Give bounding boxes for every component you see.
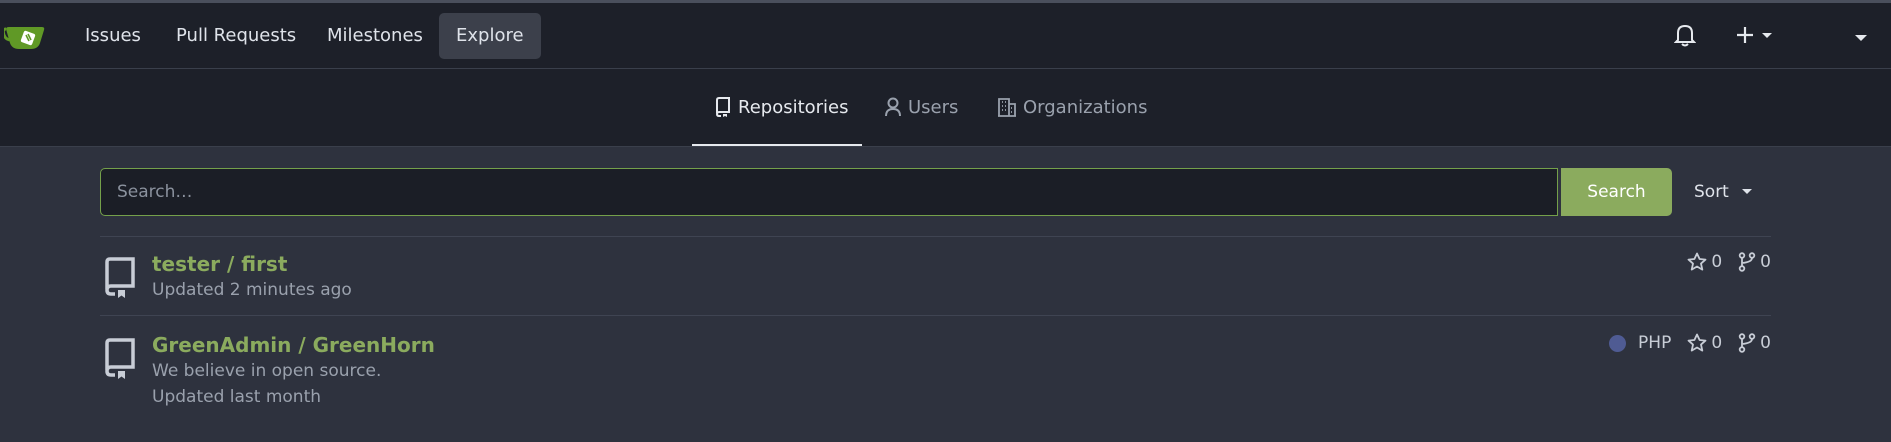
nav-milestones[interactable]: Milestones — [310, 13, 440, 59]
repo-icon — [102, 256, 138, 302]
nav-issues[interactable]: Issues — [68, 13, 158, 59]
repo-stats: 0 0 — [1687, 252, 1771, 272]
tab-users[interactable]: Users — [884, 69, 958, 146]
nav-explore[interactable]: Explore — [439, 13, 541, 59]
repo-stats: PHP 0 0 — [1609, 333, 1771, 353]
repo-updated: Updated 2 minutes ago — [152, 280, 352, 300]
top-navbar: Issues Pull Requests Milestones Explore — [0, 3, 1891, 69]
tab-repositories[interactable]: Repositories — [692, 69, 862, 146]
repo-description: We believe in open source. — [152, 361, 382, 381]
repo-updated: Updated last month — [152, 387, 322, 407]
fork-icon[interactable] — [1738, 252, 1756, 272]
repo-link[interactable]: tester / first — [152, 252, 287, 276]
star-icon[interactable] — [1687, 333, 1707, 353]
notifications-bell-icon[interactable] — [1673, 23, 1697, 51]
tab-organizations-label: Organizations — [1023, 97, 1148, 118]
star-icon[interactable] — [1687, 252, 1707, 272]
tab-organizations[interactable]: Organizations — [997, 69, 1147, 146]
user-menu-dropdown-icon[interactable] — [1854, 28, 1868, 47]
nav-pull-requests[interactable]: Pull Requests — [159, 13, 313, 59]
search-input[interactable] — [100, 168, 1558, 216]
repo-list-item: tester / first Updated 2 minutes ago 0 0 — [100, 248, 1771, 314]
sort-label: Sort — [1694, 182, 1729, 202]
user-tab-icon — [885, 97, 901, 117]
gitea-logo-icon[interactable] — [1, 21, 46, 51]
tab-repositories-label: Repositories — [738, 97, 849, 118]
search-button[interactable]: Search — [1561, 168, 1672, 216]
repo-icon — [102, 337, 138, 383]
fork-count: 0 — [1760, 333, 1771, 353]
explore-tabs: Repositories Users Organizations — [0, 69, 1891, 147]
fork-count: 0 — [1760, 252, 1771, 272]
chevron-down-icon — [1742, 189, 1753, 194]
language-color-dot — [1609, 334, 1627, 352]
organization-tab-icon — [998, 98, 1016, 117]
star-count: 0 — [1711, 333, 1723, 353]
create-new-plus-icon[interactable] — [1736, 25, 1776, 49]
fork-icon[interactable] — [1738, 333, 1756, 353]
repo-tab-icon — [715, 97, 730, 117]
star-count: 0 — [1711, 252, 1723, 272]
repo-list-item: GreenAdmin / GreenHorn We believe in ope… — [100, 329, 1771, 419]
list-divider — [100, 315, 1771, 316]
repo-link[interactable]: GreenAdmin / GreenHorn — [152, 333, 435, 357]
repo-language: PHP — [1638, 333, 1672, 353]
sort-dropdown[interactable]: Sort — [1694, 168, 1754, 216]
list-divider — [100, 236, 1771, 237]
tab-users-label: Users — [908, 97, 959, 118]
